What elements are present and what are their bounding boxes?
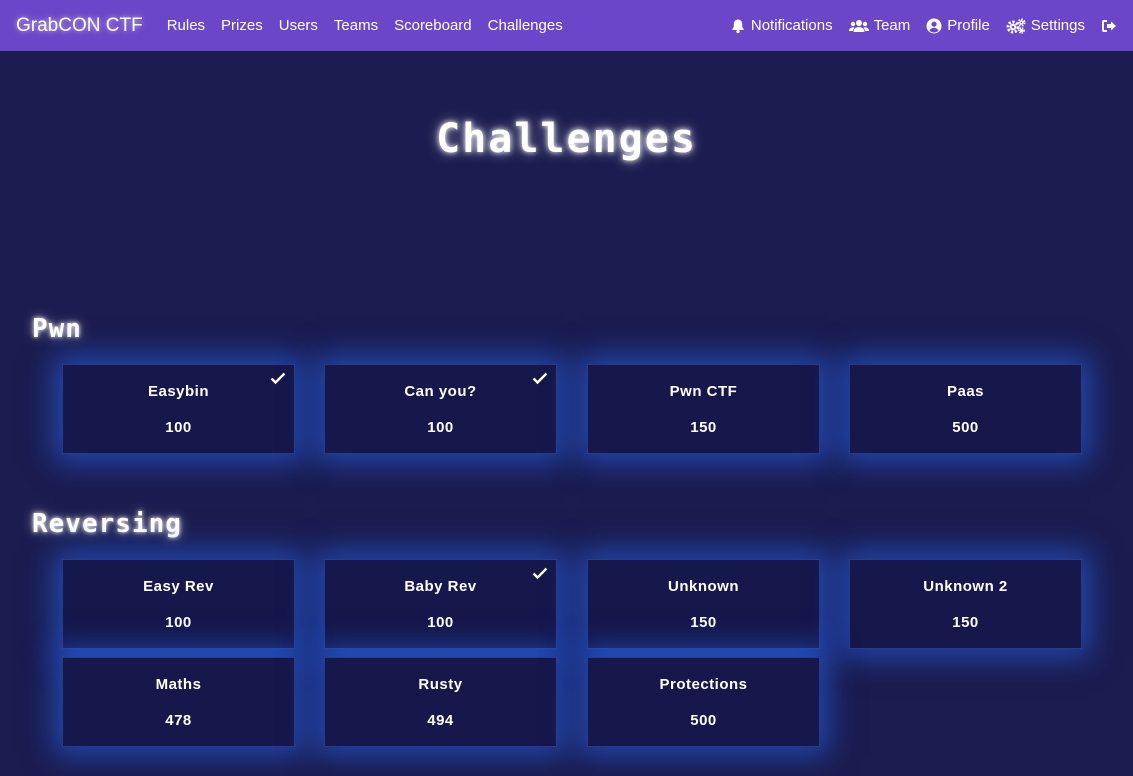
challenge-value: 100 — [427, 419, 454, 436]
settings-link[interactable]: Settings — [1006, 17, 1085, 34]
category-title-reversing: Reversing — [32, 509, 182, 539]
challenge-value: 150 — [952, 614, 979, 631]
nav-link-scoreboard[interactable]: Scoreboard — [394, 17, 472, 34]
challenge-card-rusty[interactable]: Rusty 494 — [324, 657, 557, 747]
challenge-name: Unknown 2 — [923, 578, 1008, 595]
challenge-value: 500 — [690, 712, 717, 729]
challenge-card-easy-rev[interactable]: Easy Rev 100 — [62, 559, 295, 649]
team-link[interactable]: Team — [848, 17, 911, 34]
settings-label: Settings — [1030, 17, 1085, 34]
nav-link-rules[interactable]: Rules — [167, 17, 205, 34]
challenge-value: 100 — [427, 614, 454, 631]
challenge-name: Easy Rev — [143, 578, 214, 595]
bell-icon — [732, 19, 744, 33]
profile-link[interactable]: Profile — [926, 17, 990, 34]
challenge-card-protections[interactable]: Protections 500 — [587, 657, 820, 747]
nav-link-teams[interactable]: Teams — [334, 17, 378, 34]
challenge-value: 150 — [690, 419, 717, 436]
challenge-card-unknown-2[interactable]: Unknown 2 150 — [849, 559, 1082, 649]
challenge-name: Rusty — [418, 676, 463, 693]
challenge-name: Can you? — [404, 383, 477, 400]
challenge-name: Maths — [155, 676, 202, 693]
challenge-card-paas[interactable]: Paas 500 — [849, 364, 1082, 454]
user-circle-icon — [926, 18, 942, 33]
challenge-name: Easybin — [147, 383, 210, 400]
nav-links: Rules Prizes Users Teams Scoreboard Chal… — [167, 17, 563, 34]
users-icon — [848, 19, 869, 32]
nav-link-users[interactable]: Users — [279, 17, 318, 34]
challenge-name: Protections — [659, 676, 748, 693]
nav-link-prizes[interactable]: Prizes — [221, 17, 263, 34]
challenge-value: 150 — [690, 614, 717, 631]
challenge-name: Pwn CTF — [669, 383, 738, 400]
notifications-label: Notifications — [750, 17, 833, 34]
challenge-value: 100 — [165, 614, 192, 631]
logout-button[interactable] — [1101, 18, 1117, 34]
challenge-card-pwn-ctf[interactable]: Pwn CTF 150 — [587, 364, 820, 454]
top-navbar: GrabCON CTF Rules Prizes Users Teams Sco… — [0, 0, 1133, 51]
nav-link-challenges[interactable]: Challenges — [488, 17, 563, 34]
challenge-card-easybin[interactable]: Easybin 100 — [62, 364, 295, 454]
challenge-value: 100 — [165, 419, 192, 436]
challenge-name: Paas — [946, 383, 985, 400]
profile-label: Profile — [947, 17, 990, 34]
challenge-name: Baby Rev — [404, 578, 477, 595]
challenge-value: 500 — [952, 419, 979, 436]
notifications-link[interactable]: Notifications — [730, 17, 833, 34]
challenge-name: Unknown — [668, 578, 739, 595]
team-label: Team — [873, 17, 911, 34]
brand-logo[interactable]: GrabCON CTF — [16, 15, 143, 37]
challenge-value: 494 — [427, 712, 454, 729]
cogs-icon — [1006, 18, 1026, 34]
challenge-card-unknown[interactable]: Unknown 150 — [587, 559, 820, 649]
challenge-value: 478 — [165, 712, 192, 729]
challenge-card-can-you[interactable]: Can you? 100 — [324, 364, 557, 454]
nav-right-menu: Notifications Team Profile Settings — [730, 17, 1117, 34]
sign-out-icon — [1102, 19, 1116, 32]
challenge-card-baby-rev[interactable]: Baby Rev 100 — [324, 559, 557, 649]
category-title-pwn: Pwn — [32, 314, 82, 344]
page-title: Challenges — [436, 116, 697, 162]
challenge-card-maths[interactable]: Maths 478 — [62, 657, 295, 747]
